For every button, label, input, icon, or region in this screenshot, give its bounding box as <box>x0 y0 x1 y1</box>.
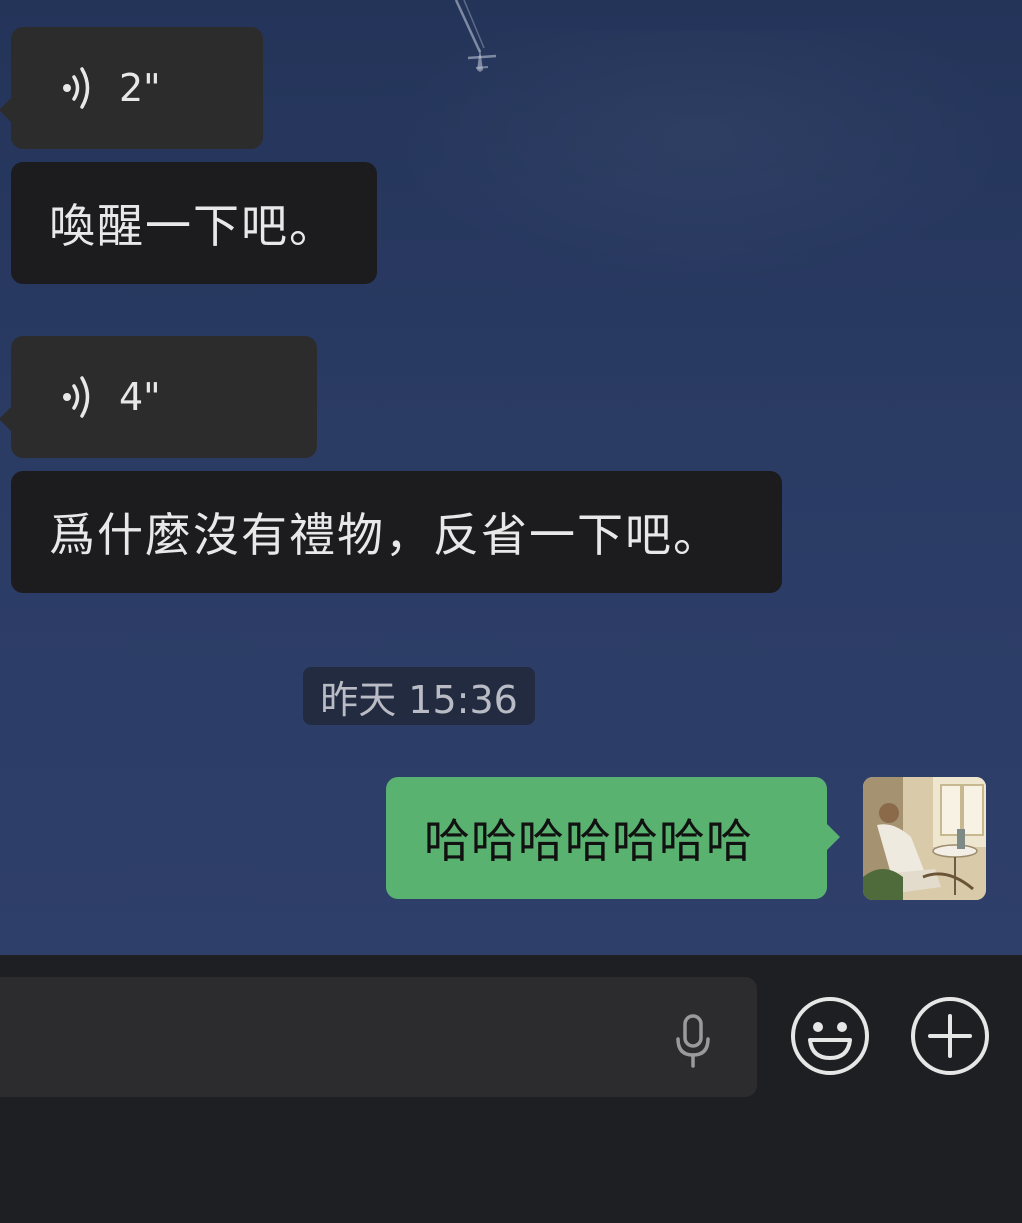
voice-message-bubble[interactable]: 2" <box>0 27 263 149</box>
plus-icon[interactable] <box>910 996 990 1076</box>
voice-wave-icon <box>63 376 90 418</box>
emoji-icon[interactable] <box>790 996 870 1076</box>
voice-duration: 2" <box>119 66 161 110</box>
avatar[interactable] <box>863 777 986 900</box>
voice-message-bubble[interactable]: 4" <box>0 336 317 458</box>
bubble-tail <box>0 406 12 432</box>
chat-background: 2" 喚醒一下吧。 4" 爲什麼沒有禮物，反省一下吧。 昨天 15:36 哈哈哈… <box>0 0 1022 955</box>
voice-wave-icon <box>63 67 90 109</box>
bubble-tail <box>0 97 12 123</box>
microphone-icon[interactable] <box>673 1013 713 1069</box>
message-text: 爲什麼沒有禮物，反省一下吧。 <box>49 508 721 562</box>
received-text-bubble[interactable]: 喚醒一下吧。 <box>11 162 377 284</box>
input-toolbar <box>0 955 1022 1223</box>
voice-duration: 4" <box>119 375 161 419</box>
message-text: 哈哈哈哈哈哈哈 <box>424 814 753 868</box>
airplane-decoration-icon <box>454 0 497 72</box>
avatar-image <box>863 777 986 900</box>
message-text: 喚醒一下吧。 <box>49 199 337 253</box>
received-text-bubble[interactable]: 爲什麼沒有禮物，反省一下吧。 <box>11 471 782 593</box>
bubble-tail <box>827 824 840 850</box>
chat-window: 2" 喚醒一下吧。 4" 爲什麼沒有禮物，反省一下吧。 昨天 15:36 哈哈哈… <box>0 0 1022 1223</box>
message-timestamp: 昨天 15:36 <box>303 667 535 725</box>
sent-text-bubble[interactable]: 哈哈哈哈哈哈哈 <box>386 777 840 899</box>
message-input[interactable] <box>0 977 757 1097</box>
